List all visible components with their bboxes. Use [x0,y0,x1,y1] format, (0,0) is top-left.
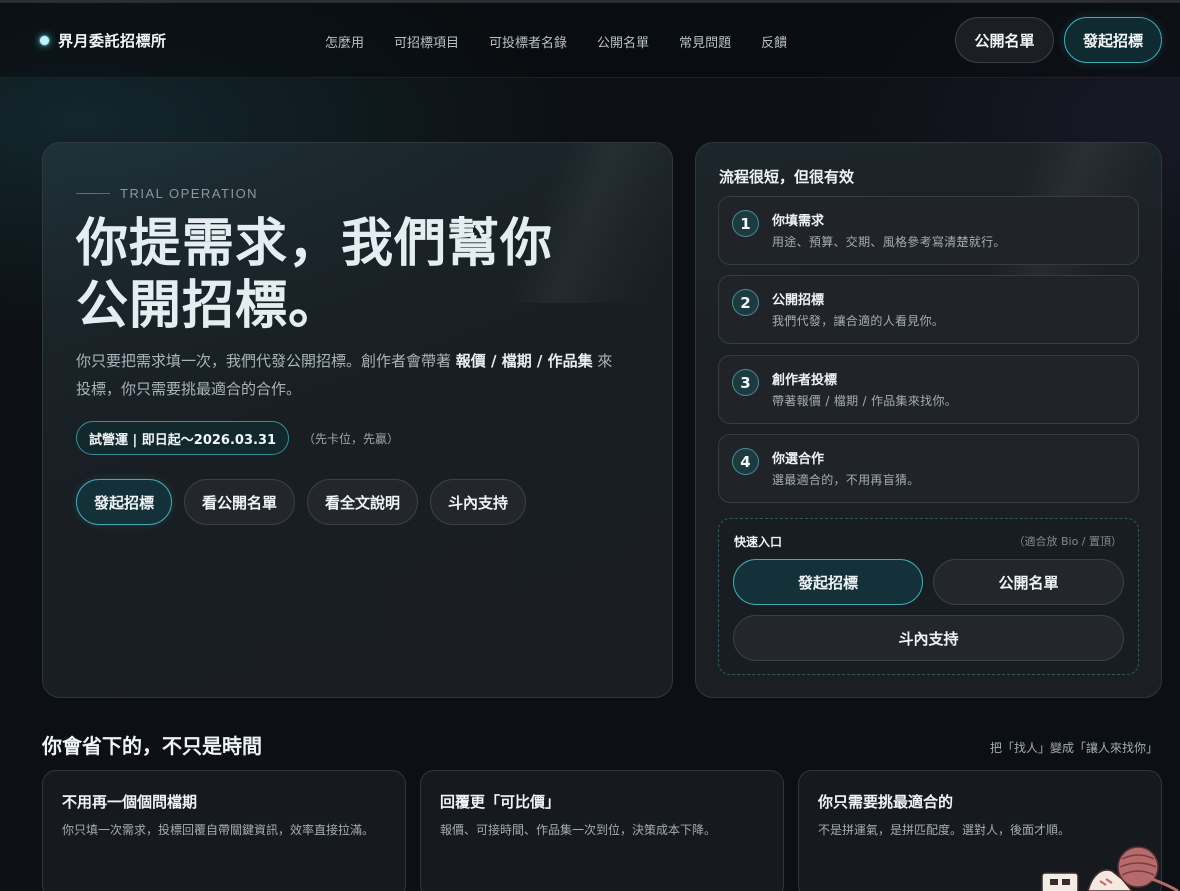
feature-title: 回覆更「可比價」 [440,793,561,811]
quick-entry-title: 快速入口 [734,535,783,549]
brand-name: 界月委託招標所 [58,32,167,50]
brand-dot-icon [40,36,49,45]
hero-full-text-button[interactable]: 看全文說明 [307,479,419,525]
step-description: 用途、預算、交期、風格參考寫清楚就行。 [772,235,1006,249]
quick-start-tender-button[interactable]: 發起招標 [733,559,923,605]
step-number-badge: 3 [732,369,759,396]
hero-title-line-2: 公開招標。 [76,275,342,336]
brand[interactable]: 界月委託招標所 [40,30,167,51]
quick-entry-panel: 快速入口 （適合放 Bio / 置頂） 發起招標 公開名單 斗內支持 [718,518,1139,675]
nav-link-bidders[interactable]: 可投標者名錄 [489,32,567,51]
savings-section-note: 把「找人」變成「讓人來找你」 [989,741,1158,755]
step-title: 公開招標 [772,293,825,308]
feature-title: 你只需要挑最適合的 [818,793,954,811]
eyebrow: TRIAL OPERATION [76,186,258,201]
step-title: 創作者投標 [772,373,838,388]
step-number-badge: 4 [732,448,759,475]
step-description: 選最適合的，不用再盲猜。 [772,473,920,487]
feature-card-2: 回覆更「可比價」 報價、可接時間、作品集一次到位，決策成本下降。 [420,770,784,891]
savings-section-title: 你會省下的，不只是時間 [42,734,262,758]
nav-links: 怎麼用 可招標項目 可投標者名錄 公開名單 常見問題 反饋 [325,32,787,51]
quick-donate-button[interactable]: 斗內支持 [733,615,1124,661]
hero-start-tender-button[interactable]: 發起招標 [76,479,173,525]
hero-card: TRIAL OPERATION 你提需求，我們幫你 公開招標。 你只要把需求填一… [42,142,673,698]
hero-donate-button[interactable]: 斗內支持 [430,479,527,525]
public-list-button[interactable]: 公開名單 [955,17,1054,63]
eyebrow-text: TRIAL OPERATION [120,186,259,201]
hero-view-list-button[interactable]: 看公開名單 [184,479,296,525]
step-title: 你填需求 [772,214,825,229]
trial-note: （先卡位，先贏） [303,431,400,446]
start-tender-button[interactable]: 發起招標 [1064,17,1162,63]
feature-title: 不用再一個個問檔期 [62,793,198,811]
step-1: 1 你填需求 用途、預算、交期、風格參考寫清楚就行。 [718,196,1139,265]
process-title: 流程很短，但很有效 [719,168,855,186]
step-title: 你選合作 [772,452,825,467]
hero-actions: 發起招標 看公開名單 看全文說明 斗內支持 [76,479,527,525]
nav-link-how[interactable]: 怎麼用 [325,32,364,51]
nav-link-feedback[interactable]: 反饋 [761,32,787,51]
step-description: 我們代發，讓合適的人看見你。 [772,314,945,328]
step-number-badge: 2 [732,289,759,316]
hero-description: 你只要把需求填一次，我們代發公開招標。創作者會帶著 報價 / 檔期 / 作品集 … [76,347,616,403]
nav-link-public-list[interactable]: 公開名單 [597,32,649,51]
step-2: 2 公開招標 我們代發，讓合適的人看見你。 [718,275,1139,344]
nav-link-items[interactable]: 可招標項目 [394,32,459,51]
hero-desc-highlight: 報價 / 檔期 / 作品集 [455,352,593,370]
step-3: 3 創作者投標 帶著報價 / 檔期 / 作品集來找你。 [718,355,1139,424]
nav-link-faq[interactable]: 常見問題 [679,32,731,51]
trial-row: 試營運 | 即日起～2026.03.31 （先卡位，先贏） [76,421,399,455]
trial-badge: 試營運 | 即日起～2026.03.31 [76,421,290,455]
process-card: 流程很短，但很有效 1 你填需求 用途、預算、交期、風格參考寫清楚就行。 2 公… [695,142,1162,698]
hero-title: 你提需求，我們幫你 公開招標。 [76,213,656,337]
top-navbar: 界月委託招標所 怎麼用 可招標項目 可投標者名錄 公開名單 常見問題 反饋 公開… [0,3,1180,78]
hero-title-line-1: 你提需求，我們幫你 [76,213,554,274]
quick-entry-note: （適合放 Bio / 置頂） [1013,535,1122,548]
mascot-widget-icon[interactable] [1040,845,1180,891]
feature-card-1: 不用再一個個問檔期 你只填一次需求，投標回覆自帶關鍵資訊，效率直接拉滿。 [42,770,406,891]
eyebrow-line [76,193,110,194]
feature-description: 不是拼運氣，是拼匹配度。選對人，後面才順。 [818,823,1071,837]
quick-public-list-button[interactable]: 公開名單 [933,559,1124,605]
step-description: 帶著報價 / 檔期 / 作品集來找你。 [772,394,958,408]
hero-desc-part-1: 你只要把需求填一次，我們代發公開招標。創作者會帶著 [76,352,456,370]
feature-description: 你只填一次需求，投標回覆自帶關鍵資訊，效率直接拉滿。 [62,823,375,837]
step-4: 4 你選合作 選最適合的，不用再盲猜。 [718,434,1139,503]
step-number-badge: 1 [732,210,759,237]
feature-description: 報價、可接時間、作品集一次到位，決策成本下降。 [440,823,717,837]
